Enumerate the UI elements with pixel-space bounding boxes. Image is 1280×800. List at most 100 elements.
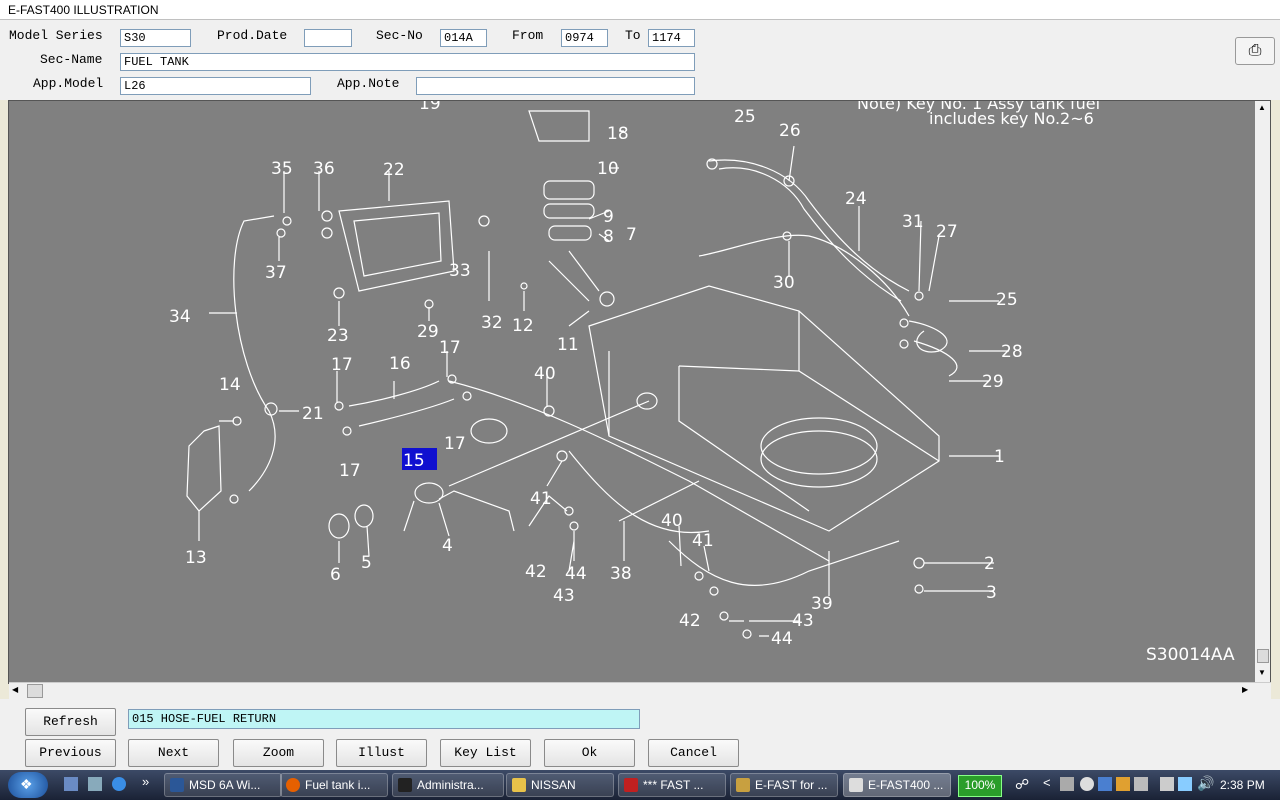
key-35[interactable]: 35 xyxy=(271,159,293,179)
switch-windows-icon[interactable] xyxy=(88,777,102,791)
key-17b[interactable]: 17 xyxy=(439,338,461,358)
internet-explorer-icon[interactable] xyxy=(112,777,126,791)
previous-button[interactable]: Previous xyxy=(25,739,116,767)
horizontal-scrollbar[interactable]: ◀ ▶ xyxy=(9,682,1271,699)
clock[interactable]: 2:38 PM xyxy=(1220,778,1265,792)
key-32[interactable]: 32 xyxy=(481,313,503,333)
key-34[interactable]: 34 xyxy=(169,307,191,327)
key-30[interactable]: 30 xyxy=(773,273,795,293)
tray-amazon-icon[interactable] xyxy=(1080,777,1094,791)
key-10[interactable]: 10 xyxy=(597,159,619,179)
tray-app-icon[interactable] xyxy=(1060,777,1074,791)
key-23[interactable]: 23 xyxy=(327,326,349,346)
task-firefox[interactable]: Fuel tank i... xyxy=(280,773,388,797)
ok-button[interactable]: Ok xyxy=(544,739,635,767)
key-1[interactable]: 1 xyxy=(994,447,1005,467)
key-16[interactable]: 16 xyxy=(389,354,411,374)
key-43a[interactable]: 43 xyxy=(553,586,575,606)
selected-part-field[interactable]: 015 HOSE-FUEL RETURN xyxy=(128,709,640,729)
key-5[interactable]: 5 xyxy=(361,553,372,573)
key-17d[interactable]: 17 xyxy=(339,461,361,481)
from-field[interactable]: 0974 xyxy=(561,29,608,47)
refresh-button[interactable]: Refresh xyxy=(25,708,116,736)
key-7[interactable]: 7 xyxy=(626,225,637,245)
key-21[interactable]: 21 xyxy=(302,404,324,424)
app-model-field[interactable]: L26 xyxy=(120,77,311,95)
key-11[interactable]: 11 xyxy=(557,335,579,355)
key-list-button[interactable]: Key List xyxy=(440,739,531,767)
key-39[interactable]: 39 xyxy=(811,594,833,614)
key-26[interactable]: 26 xyxy=(779,121,801,141)
cancel-button[interactable]: Cancel xyxy=(648,739,739,767)
key-28[interactable]: 28 xyxy=(1001,342,1023,362)
scroll-thumb[interactable] xyxy=(1257,649,1269,663)
scroll-left-icon[interactable]: ◀ xyxy=(12,685,18,694)
key-25b[interactable]: 25 xyxy=(996,290,1018,310)
illustration-panel[interactable]: Note) Key No. 1 Assy tank fuel includes … xyxy=(8,94,1271,684)
vertical-scrollbar[interactable]: ▲ ▼ xyxy=(1255,101,1270,682)
selected-key-label[interactable]: 15 xyxy=(403,451,425,471)
sec-no-field[interactable]: 014A xyxy=(440,29,487,47)
key-27[interactable]: 27 xyxy=(936,222,958,242)
key-22[interactable]: 22 xyxy=(383,160,405,180)
key-3[interactable]: 3 xyxy=(986,583,997,603)
key-17c[interactable]: 17 xyxy=(444,434,466,454)
prod-date-field[interactable] xyxy=(304,29,352,47)
scroll-right-icon[interactable]: ▶ xyxy=(1242,685,1248,694)
key-43b[interactable]: 43 xyxy=(792,611,814,631)
key-44b[interactable]: 44 xyxy=(771,629,793,649)
task-fast[interactable]: *** FAST ... xyxy=(618,773,726,797)
next-button[interactable]: Next xyxy=(128,739,219,767)
task-efast-for[interactable]: E-FAST for ... xyxy=(730,773,838,797)
key-36[interactable]: 36 xyxy=(313,159,335,179)
key-14[interactable]: 14 xyxy=(219,375,241,395)
key-8[interactable]: 8 xyxy=(603,227,614,247)
start-button[interactable]: ❖ xyxy=(8,772,48,798)
tray-monitor-icon[interactable] xyxy=(1178,777,1192,791)
app-note-field[interactable] xyxy=(416,77,695,95)
tray-office-icon[interactable] xyxy=(1116,777,1130,791)
key-31[interactable]: 31 xyxy=(902,212,924,232)
key-44a[interactable]: 44 xyxy=(565,564,587,584)
key-18[interactable]: 18 xyxy=(607,124,629,144)
key-9[interactable]: 9 xyxy=(603,207,614,227)
key-6[interactable]: 6 xyxy=(330,565,341,585)
key-40a[interactable]: 40 xyxy=(534,364,556,384)
scroll-down-icon[interactable]: ▼ xyxy=(1258,668,1266,677)
key-2[interactable]: 2 xyxy=(984,554,995,574)
key-42a[interactable]: 42 xyxy=(525,562,547,582)
tray-device-icon[interactable] xyxy=(1160,777,1174,791)
hscroll-thumb[interactable] xyxy=(27,684,43,698)
zoom-button[interactable]: Zoom xyxy=(233,739,324,767)
tray-volume-icon[interactable]: 🔊 xyxy=(1197,775,1214,792)
task-efast400[interactable]: E-FAST400 ... xyxy=(843,773,951,797)
zoom-indicator[interactable]: 100% xyxy=(958,775,1002,797)
key-29a[interactable]: 29 xyxy=(417,322,439,342)
print-button[interactable]: ⎙ xyxy=(1235,37,1275,65)
key-25a[interactable]: 25 xyxy=(734,107,756,127)
key-24[interactable]: 24 xyxy=(845,189,867,209)
key-40b[interactable]: 40 xyxy=(661,511,683,531)
key-17a[interactable]: 17 xyxy=(331,355,353,375)
task-admin-cmd[interactable]: Administra... xyxy=(392,773,504,797)
sec-name-field[interactable]: FUEL TANK xyxy=(120,53,695,71)
tray-safe-remove-icon[interactable] xyxy=(1134,777,1148,791)
key-38[interactable]: 38 xyxy=(610,564,632,584)
scroll-up-icon[interactable]: ▲ xyxy=(1258,103,1266,112)
tray-expand-icon[interactable]: < xyxy=(1043,775,1051,790)
quicklaunch-more-icon[interactable]: » xyxy=(142,774,149,789)
task-msd-word[interactable]: MSD 6A Wi... xyxy=(164,773,282,797)
key-29b[interactable]: 29 xyxy=(982,372,1004,392)
task-nissan-folder[interactable]: NISSAN xyxy=(506,773,614,797)
tray-network-icon[interactable]: ☍ xyxy=(1015,776,1029,793)
show-desktop-icon[interactable] xyxy=(64,777,78,791)
key-12[interactable]: 12 xyxy=(512,316,534,336)
key-37[interactable]: 37 xyxy=(265,263,287,283)
model-series-field[interactable]: S30 xyxy=(120,29,191,47)
key-33[interactable]: 33 xyxy=(449,261,471,281)
key-41b[interactable]: 41 xyxy=(692,531,714,551)
key-19[interactable]: 19 xyxy=(419,94,441,114)
key-42b[interactable]: 42 xyxy=(679,611,701,631)
tray-bluetooth-icon[interactable] xyxy=(1098,777,1112,791)
to-field[interactable]: 1174 xyxy=(648,29,695,47)
